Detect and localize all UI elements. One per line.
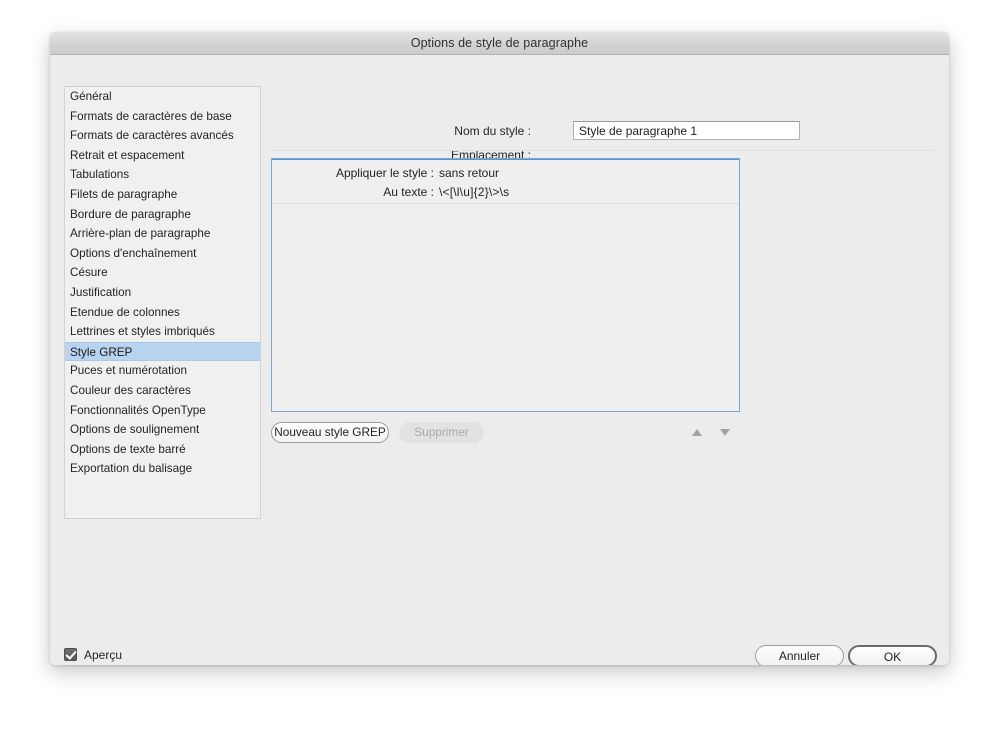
dialog-titlebar[interactable]: Options de style de paragraphe bbox=[50, 32, 949, 55]
dialog-body: Général Formats de caractères de base Form… bbox=[50, 55, 949, 665]
sidebar-item-label: Formats de caractères avancés bbox=[70, 129, 234, 142]
sidebar-item-label: Style GREP bbox=[70, 346, 132, 359]
sidebar-item-label: Césure bbox=[70, 266, 108, 279]
to-text-label: Au texte : bbox=[272, 185, 439, 199]
to-text-value[interactable]: \<[\l\u]{2}\>\s bbox=[439, 185, 509, 199]
grep-style-list[interactable]: Appliquer le style :sans retour Au texte… bbox=[271, 158, 740, 412]
sidebar-item-6[interactable]: Bordure de paragraphe bbox=[65, 205, 260, 225]
sidebar-item-13[interactable]: Style GREP bbox=[65, 342, 260, 362]
sidebar-item-1[interactable]: Formats de caractères de base bbox=[65, 107, 260, 127]
move-up-button[interactable] bbox=[689, 425, 705, 441]
style-name-input[interactable] bbox=[573, 121, 800, 140]
sidebar-item-3[interactable]: Retrait et espacement bbox=[65, 146, 260, 166]
apply-style-value[interactable]: sans retour bbox=[439, 166, 499, 180]
sidebar-item-2[interactable]: Formats de caractères avancés bbox=[65, 126, 260, 146]
sidebar-item-15[interactable]: Couleur des caractères bbox=[65, 381, 260, 401]
sidebar-item-label: Retrait et espacement bbox=[70, 149, 184, 162]
sidebar-item-10[interactable]: Justification bbox=[65, 283, 260, 303]
triangle-down-icon bbox=[720, 429, 730, 436]
sidebar-item-label: Fonctionnalités OpenType bbox=[70, 404, 206, 417]
sidebar-item-label: Général bbox=[70, 90, 112, 103]
sidebar-item-label: Etendue de colonnes bbox=[70, 306, 180, 319]
apply-style-line[interactable]: Appliquer le style :sans retour bbox=[272, 166, 499, 180]
cancel-button[interactable]: Annuler bbox=[755, 645, 844, 665]
sidebar-item-8[interactable]: Options d'enchaînement bbox=[65, 244, 260, 264]
sidebar-item-label: Couleur des caractères bbox=[70, 384, 191, 397]
sidebar-item-0[interactable]: Général bbox=[65, 87, 260, 107]
sidebar-item-label: Options d'enchaînement bbox=[70, 247, 196, 260]
move-down-button[interactable] bbox=[717, 425, 733, 441]
sidebar-item-12[interactable]: Lettrines et styles imbriqués bbox=[65, 322, 260, 342]
triangle-up-icon bbox=[692, 429, 702, 436]
sidebar-item-5[interactable]: Filets de paragraphe bbox=[65, 185, 260, 205]
sidebar-item-label: Puces et numérotation bbox=[70, 364, 187, 377]
sidebar-item-9[interactable]: Césure bbox=[65, 263, 260, 283]
sidebar-item-label: Filets de paragraphe bbox=[70, 188, 177, 201]
sidebar-item-label: Tabulations bbox=[70, 168, 129, 181]
new-grep-style-button[interactable]: Nouveau style GREP bbox=[271, 422, 389, 443]
sidebar-item-label: Options de soulignement bbox=[70, 423, 199, 436]
sidebar-item-label: Lettrines et styles imbriqués bbox=[70, 325, 215, 338]
sidebar-item-16[interactable]: Fonctionnalités OpenType bbox=[65, 401, 260, 421]
dialog-title: Options de style de paragraphe bbox=[50, 32, 949, 54]
sidebar-item-4[interactable]: Tabulations bbox=[65, 165, 260, 185]
apply-style-label: Appliquer le style : bbox=[272, 166, 439, 180]
preview-checkbox[interactable] bbox=[64, 648, 77, 661]
sidebar-item-label: Arrière-plan de paragraphe bbox=[70, 227, 210, 240]
to-text-line[interactable]: Au texte :\<[\l\u]{2}\>\s bbox=[272, 185, 509, 199]
sidebar-item-label: Options de texte barré bbox=[70, 443, 186, 456]
sidebar-item-label: Exportation du balisage bbox=[70, 462, 192, 475]
ok-button[interactable]: OK bbox=[848, 645, 937, 665]
paragraph-style-options-dialog: Options de style de paragraphe Général Fo… bbox=[50, 32, 949, 665]
section-divider bbox=[271, 150, 935, 151]
sidebar-item-label: Justification bbox=[70, 286, 131, 299]
sidebar-item-18[interactable]: Options de texte barré bbox=[65, 440, 260, 460]
sidebar-item-17[interactable]: Options de soulignement bbox=[65, 420, 260, 440]
sidebar-item-7[interactable]: Arrière-plan de paragraphe bbox=[65, 224, 260, 244]
delete-grep-style-button: Supprimer bbox=[399, 422, 484, 443]
sidebar-item-label: Bordure de paragraphe bbox=[70, 208, 191, 221]
grep-style-row[interactable]: Appliquer le style :sans retour Au texte… bbox=[272, 160, 739, 204]
sidebar-item-19[interactable]: Exportation du balisage bbox=[65, 459, 260, 479]
preview-label: Aperçu bbox=[84, 647, 122, 663]
category-sidebar[interactable]: Général Formats de caractères de base Form… bbox=[64, 86, 261, 519]
sidebar-item-label: Formats de caractères de base bbox=[70, 110, 232, 123]
style-name-label: Nom du style : bbox=[441, 124, 531, 138]
checkmark-icon bbox=[65, 648, 76, 659]
sidebar-item-11[interactable]: Etendue de colonnes bbox=[65, 303, 260, 323]
sidebar-item-14[interactable]: Puces et numérotation bbox=[65, 361, 260, 381]
screen-background: Options de style de paragraphe Général Fo… bbox=[0, 0, 999, 730]
